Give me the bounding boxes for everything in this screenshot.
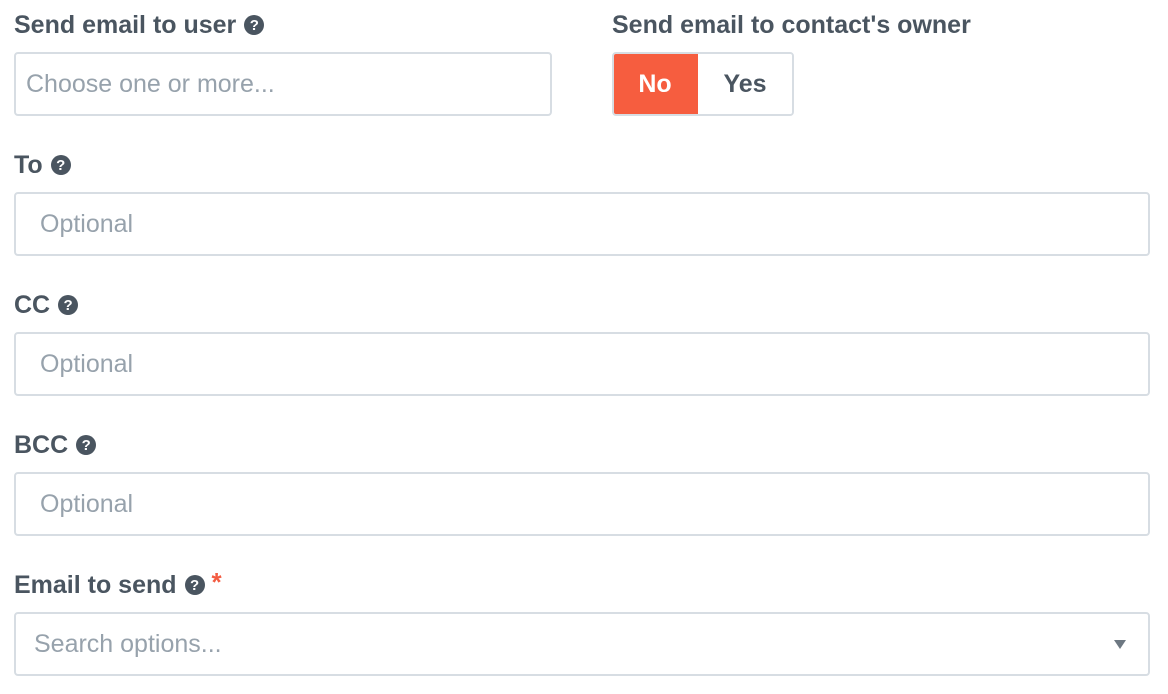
question-circle-icon[interactable]: ? (184, 575, 205, 595)
to-input[interactable] (40, 209, 1148, 239)
bcc-input[interactable] (40, 489, 1148, 519)
email-to-send-label: Email to send ? * (14, 566, 222, 599)
toggle-option-yes[interactable]: Yes (698, 54, 792, 114)
email-to-send-select[interactable] (14, 612, 1150, 676)
send-to-user-input[interactable] (26, 69, 550, 99)
bcc-label: BCC ? (14, 428, 97, 462)
question-circle-icon[interactable]: ? (58, 295, 79, 315)
cc-input[interactable] (40, 349, 1148, 379)
cc-field[interactable] (14, 332, 1150, 396)
question-circle-icon[interactable]: ? (244, 15, 265, 35)
caret-down-icon[interactable] (1114, 640, 1126, 649)
required-marker: * (211, 566, 222, 597)
bcc-field[interactable] (14, 472, 1150, 536)
send-to-user-label: Send email to user ? (14, 8, 265, 42)
email-to-send-search-input[interactable] (34, 629, 1148, 659)
cc-label: CC ? (14, 288, 79, 322)
send-to-owner-label: Send email to contact's owner (612, 10, 971, 39)
to-field[interactable] (14, 192, 1150, 256)
question-circle-icon[interactable]: ? (76, 435, 97, 455)
send-to-owner-toggle[interactable]: No Yes (612, 52, 794, 116)
question-circle-icon[interactable]: ? (50, 155, 71, 175)
send-to-user-field[interactable] (14, 52, 552, 116)
toggle-option-no[interactable]: No (614, 54, 698, 114)
to-label: To ? (14, 148, 71, 182)
